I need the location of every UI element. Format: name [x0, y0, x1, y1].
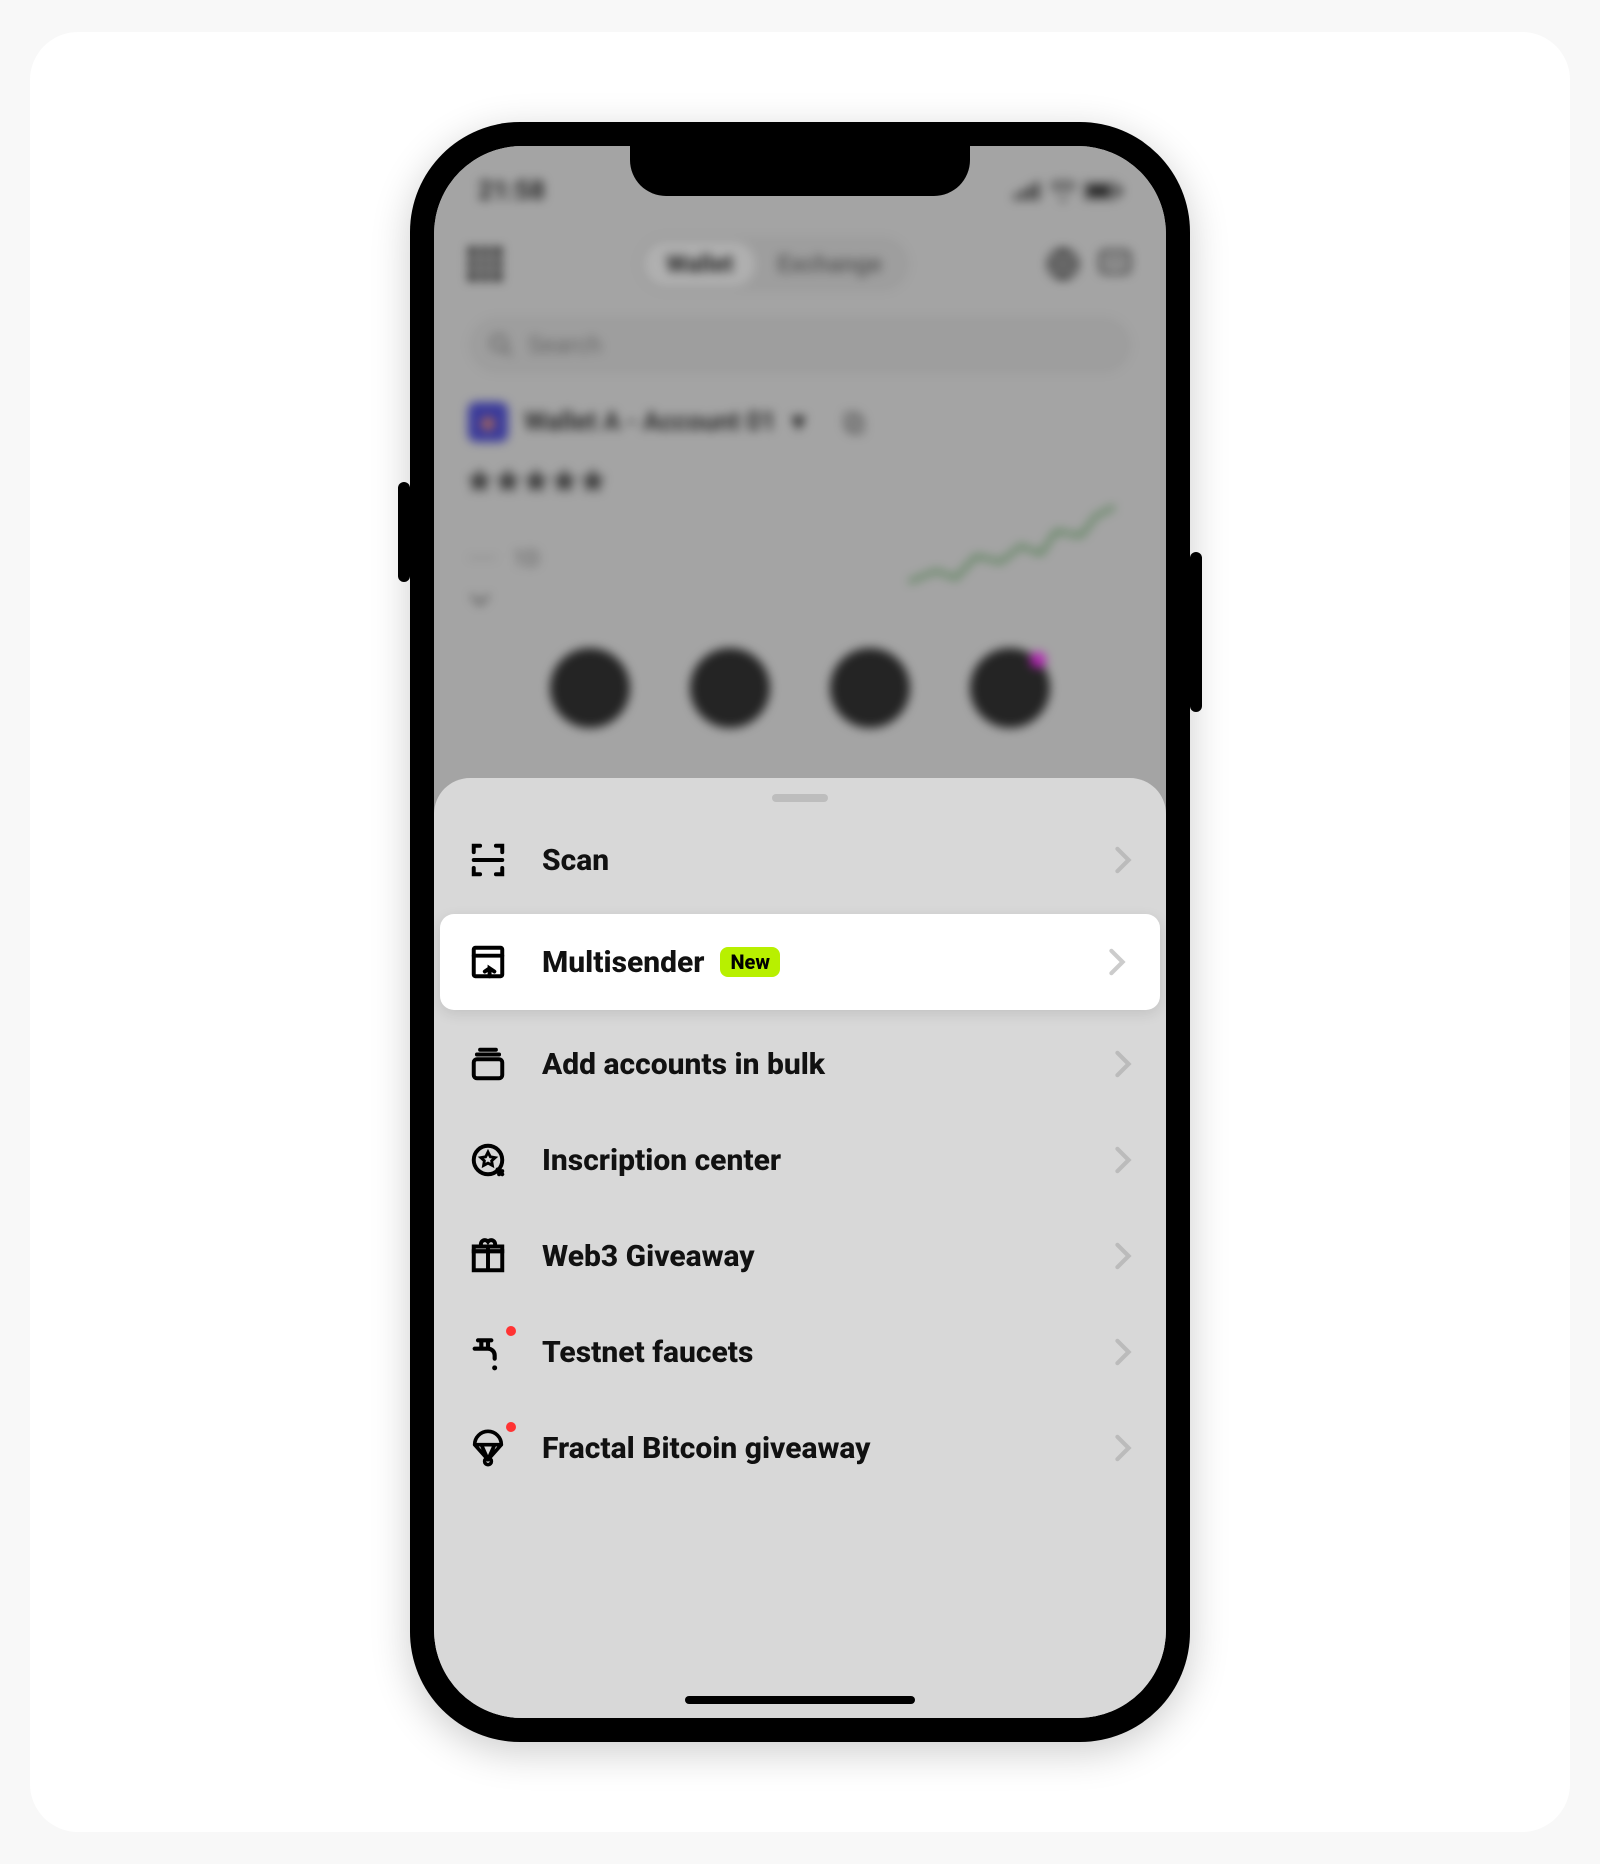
scan-icon: [468, 840, 508, 880]
chevron-right-icon: [1114, 1434, 1132, 1462]
menu-item-label: Multisender: [542, 945, 704, 980]
menu-item-add-accounts[interactable]: Add accounts in bulk: [434, 1016, 1166, 1112]
inscription-icon: [468, 1140, 508, 1180]
menu-item-label: Inscription center: [542, 1143, 781, 1178]
chevron-right-icon: [1114, 1050, 1132, 1078]
chevron-right-icon: [1108, 948, 1126, 976]
chevron-right-icon: [1114, 1146, 1132, 1174]
phone-notch: [630, 146, 970, 196]
menu-item-scan[interactable]: Scan: [434, 812, 1166, 908]
menu-item-label: Fractal Bitcoin giveaway: [542, 1431, 870, 1466]
menu-item-label: Web3 Giveaway: [542, 1239, 755, 1274]
device-mock-card: 21:58 Wallet Exchange: [30, 32, 1570, 1832]
menu-item-label: Scan: [542, 843, 609, 878]
notification-dot-icon: [506, 1422, 516, 1432]
actions-bottom-sheet: Scan Multisender New Add accounts in bul: [434, 778, 1166, 1718]
menu-item-testnet-faucets[interactable]: Testnet faucets: [434, 1304, 1166, 1400]
menu-item-web3-giveaway[interactable]: Web3 Giveaway: [434, 1208, 1166, 1304]
menu-item-label: Testnet faucets: [542, 1335, 753, 1370]
parachute-icon: [468, 1428, 508, 1468]
faucet-icon: [468, 1332, 508, 1372]
chevron-right-icon: [1114, 1338, 1132, 1366]
notification-dot-icon: [506, 1326, 516, 1336]
multisender-icon: [468, 942, 508, 982]
menu-item-inscription-center[interactable]: Inscription center: [434, 1112, 1166, 1208]
phone-frame: 21:58 Wallet Exchange: [410, 122, 1190, 1742]
menu-item-multisender[interactable]: Multisender New: [440, 914, 1160, 1010]
phone-screen: 21:58 Wallet Exchange: [434, 146, 1166, 1718]
chevron-right-icon: [1114, 1242, 1132, 1270]
bulk-accounts-icon: [468, 1044, 508, 1084]
menu-item-label: Add accounts in bulk: [542, 1047, 825, 1082]
home-indicator[interactable]: [685, 1696, 915, 1704]
chevron-right-icon: [1114, 846, 1132, 874]
gift-icon: [468, 1236, 508, 1276]
menu-item-fractal-giveaway[interactable]: Fractal Bitcoin giveaway: [434, 1400, 1166, 1496]
sheet-drag-handle[interactable]: [772, 794, 828, 802]
new-badge: New: [720, 947, 780, 977]
